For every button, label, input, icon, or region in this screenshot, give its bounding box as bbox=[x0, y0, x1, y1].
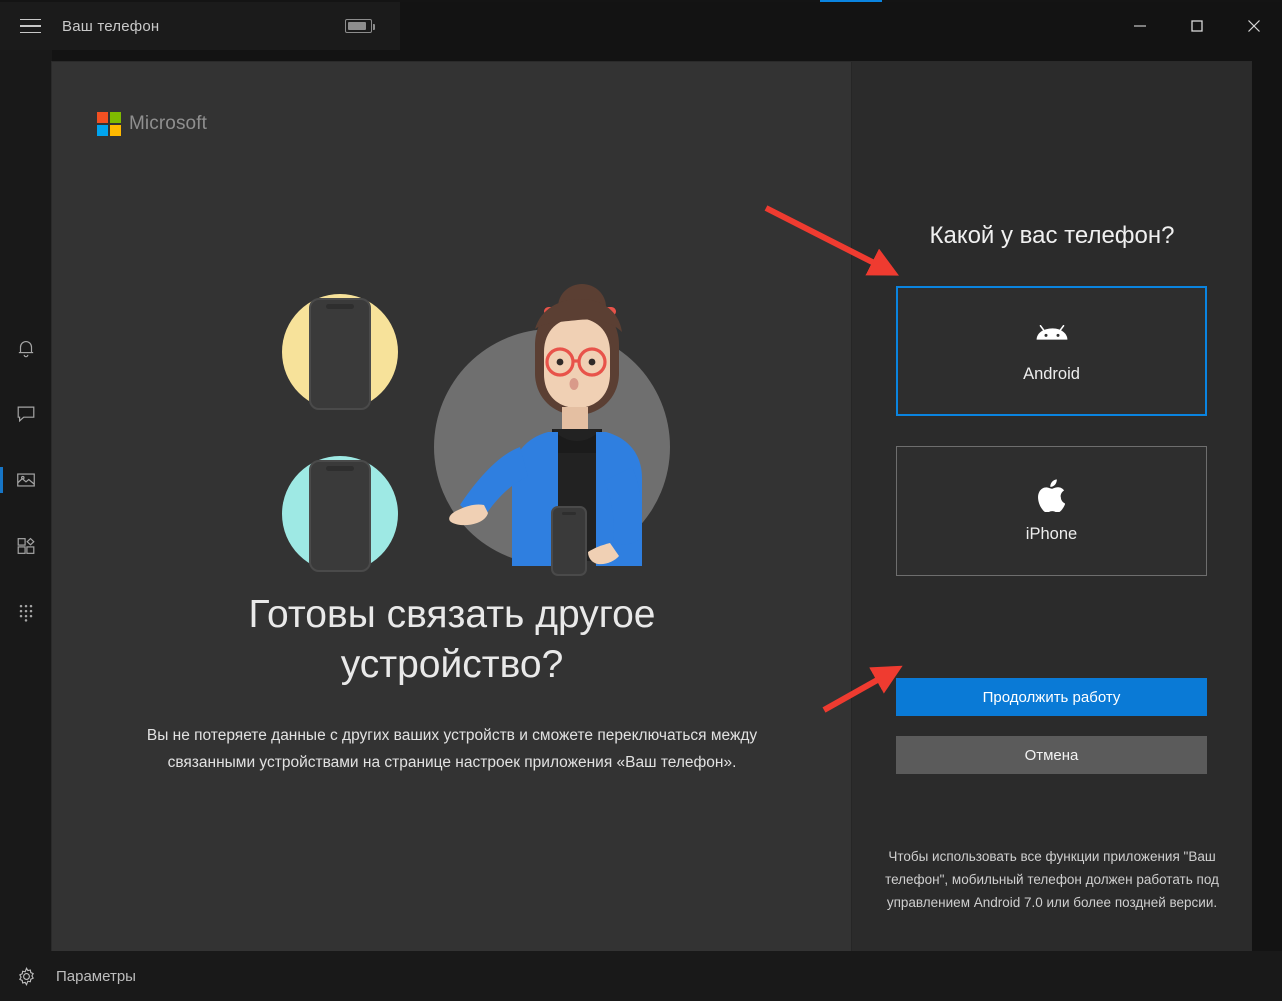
dialog-right-panel: Какой у вас телефон? Android iPhone Прод… bbox=[851, 62, 1251, 971]
microsoft-logo: Microsoft bbox=[97, 112, 207, 136]
minimize-button[interactable] bbox=[1111, 2, 1168, 50]
android-choice-label: Android bbox=[1023, 364, 1080, 383]
android-choice[interactable]: Android bbox=[896, 286, 1207, 416]
dialog-headline: Готовы связать другое устройство? bbox=[248, 593, 656, 686]
android-version-note: Чтобы использовать все функции приложени… bbox=[885, 849, 1219, 910]
link-device-illustration bbox=[252, 267, 712, 612]
maximize-button[interactable] bbox=[1168, 2, 1225, 50]
your-phone-app-window: Ваш телефон Microsoft Готовы связать дру… bbox=[0, 0, 1282, 1001]
window-controls bbox=[1111, 2, 1282, 50]
microsoft-wordmark: Microsoft bbox=[129, 112, 207, 134]
apple-icon bbox=[1038, 479, 1065, 513]
sidebar-item-apps[interactable] bbox=[0, 520, 52, 572]
settings-bar[interactable]: Параметры bbox=[0, 951, 1282, 1001]
android-icon bbox=[1035, 319, 1069, 353]
dialog-body-text: Вы не потеряете данные с других ваших ус… bbox=[146, 727, 758, 771]
close-button[interactable] bbox=[1225, 2, 1282, 50]
dialpad-icon bbox=[16, 602, 36, 622]
sidebar-item-notifications[interactable] bbox=[0, 322, 52, 374]
photos-icon bbox=[15, 469, 37, 491]
message-bubble-icon bbox=[15, 403, 37, 425]
sidebar-item-photos[interactable] bbox=[0, 454, 52, 506]
phone-type-question: Какой у вас телефон? bbox=[929, 222, 1175, 249]
app-title: Ваш телефон bbox=[62, 17, 160, 35]
settings-label: Параметры bbox=[56, 967, 136, 985]
hamburger-menu-icon[interactable] bbox=[6, 2, 54, 50]
titlebar: Ваш телефон bbox=[0, 2, 1282, 50]
battery-icon bbox=[345, 19, 375, 33]
apps-icon bbox=[15, 535, 37, 557]
bell-icon bbox=[15, 337, 37, 359]
link-device-dialog: Microsoft Готовы связать другое устройст… bbox=[52, 62, 1251, 971]
iphone-choice[interactable]: iPhone bbox=[896, 446, 1207, 576]
cancel-button[interactable]: Отмена bbox=[896, 736, 1207, 774]
iphone-choice-label: iPhone bbox=[1025, 524, 1078, 543]
sidebar-nav-rail bbox=[0, 50, 52, 1001]
gear-icon bbox=[0, 951, 52, 1001]
microsoft-squares-icon bbox=[97, 112, 121, 136]
sidebar-item-messages[interactable] bbox=[0, 388, 52, 440]
sidebar-item-calls[interactable] bbox=[0, 586, 52, 638]
dialog-left-panel: Microsoft Готовы связать другое устройст… bbox=[52, 62, 851, 971]
continue-button[interactable]: Продолжить работу bbox=[896, 678, 1207, 716]
titlebar-left-block: Ваш телефон bbox=[0, 2, 400, 50]
